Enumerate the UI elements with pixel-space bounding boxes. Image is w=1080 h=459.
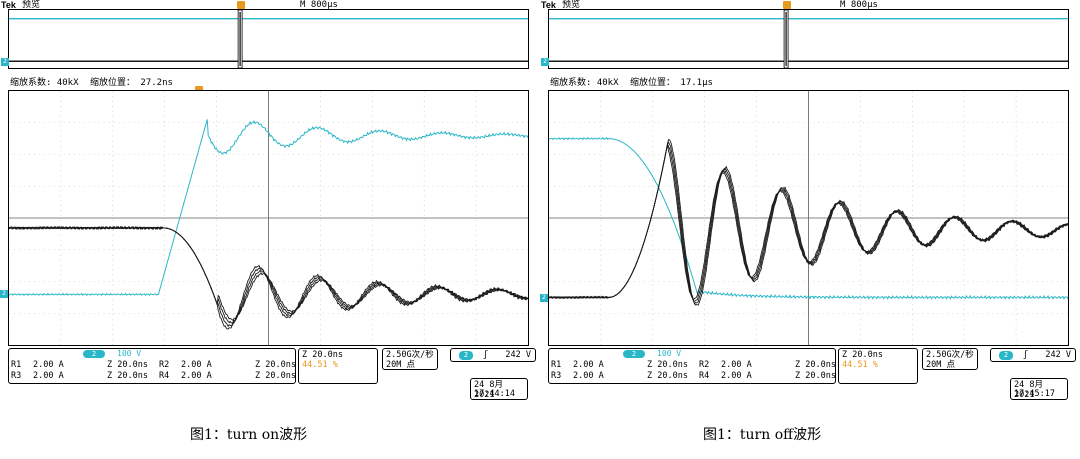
ref-r2-label: R2 [699,360,710,370]
zoomed-plot-svg [549,91,1068,345]
zoomed-plot [548,90,1069,346]
ref-r3-scale: 2.00 A [573,371,604,381]
ref-r1-label: R1 [551,360,562,370]
scope-screen-turn-off: Tek 预览 M 800µs 2 缩放系数: 40kX 缩放位置： 17.1µs… [540,0,1077,405]
datetime-box: 24 8月 2021 17:44:14 [470,378,528,400]
trigger-level: 242 V [505,350,531,360]
ref-r4-scale: 2.00 A [721,371,752,381]
trigger-position: 44.51 % [842,360,878,370]
ch2-ground-marker-icon: 2 [0,290,8,298]
ref-r3-time: Z 20.0ns [647,371,688,381]
zoom-position-label: 缩放位置： 27.2ns [90,78,173,88]
ref-r1-label: R1 [11,360,22,370]
ch2-scale: 100 V [657,349,682,358]
overview-window: 2 [541,1,1069,69]
trigger-box: 2 ʃ 242 V [450,348,536,362]
ch2-badge: 2 [83,350,105,358]
ref-r2-time: Z 20.0ns [795,360,836,370]
ref-r1-time: Z 20.0ns [647,360,688,370]
ref-r4-scale: 2.00 A [181,371,212,381]
ch2-ground-icon: 2 [541,58,549,66]
scope-screen-turn-on: Tek 预览 M 800µs 2 缩放系数: 40kX 缩放位置： 27.2ns… [0,0,537,405]
channel-scale-box: 2 100 V R1 2.00 A Z 20.0ns R2 2.00 A Z 2… [8,348,296,384]
caption-turn-off: 图1：turn off波形 [703,427,822,443]
time-readout: 17:44:14 [474,389,515,399]
trigger-channel: 2 [459,351,473,360]
ref-r4-time: Z 20.0ns [255,371,296,381]
graticule [9,91,528,345]
zoom-position-label: 缩放位置： 17.1µs [630,78,713,88]
ref-r2-scale: 2.00 A [181,360,212,370]
ref-r1-scale: 2.00 A [33,360,64,370]
ref-r2-time: Z 20.0ns [255,360,296,370]
trigger-marker-icon [237,1,245,9]
zoom-factor-label: 缩放系数: 40kX [550,78,619,88]
trigger-level: 242 V [1045,350,1071,360]
ref-r2-scale: 2.00 A [721,360,752,370]
ref-r4-time: Z 20.0ns [795,371,836,381]
zoom-time: Z 20.0ns [842,350,883,360]
datetime-box: 24 8月 2021 17:45:17 [1010,378,1068,400]
ref-r1-scale: 2.00 A [573,360,604,370]
status-bar: 2 100 V R1 2.00 A Z 20.0ns R2 2.00 A Z 2… [8,348,538,384]
ref-r3-label: R3 [11,371,22,381]
ref-row-1: R1 2.00 A Z 20.0ns R2 2.00 A Z 20.0ns [11,360,296,370]
record-length: 20M 点 [386,360,415,370]
record-length: 20M 点 [926,360,955,370]
zoomed-plot [8,90,529,346]
status-bar: 2 100 V R1 2.00 A Z 20.0ns R2 2.00 A Z 2… [548,348,1078,384]
ref-r3-scale: 2.00 A [33,371,64,381]
ch2-badge: 2 [623,350,645,358]
ref-r3-label: R3 [551,371,562,381]
zoom-factor-label: 缩放系数: 40kX [10,78,79,88]
sample-box: 2.50G次/秒 20M 点 [922,348,978,370]
sample-box: 2.50G次/秒 20M 点 [382,348,438,370]
time-readout: 17:45:17 [1014,389,1055,399]
trigger-marker-icon [783,1,791,9]
ch2-ground-marker-icon: 2 [540,294,548,302]
ref-row-1: R1 2.00 A Z 20.0ns R2 2.00 A Z 20.0ns [551,360,836,370]
trigger-slope-icon: ʃ [483,350,489,360]
channel-scale-box: 2 100 V R1 2.00 A Z 20.0ns R2 2.00 A Z 2… [548,348,836,384]
ref-row-2: R3 2.00 A Z 20.0ns R4 2.00 A Z 20.0ns [551,371,836,381]
zoomed-plot-svg [9,91,528,345]
trigger-slope-icon: ʃ [1023,350,1029,360]
overview-traces [9,10,528,68]
ref-r3-time: Z 20.0ns [107,371,148,381]
zoom-time-box: Z 20.0ns 44.51 % [838,348,918,384]
ch2-scale: 100 V [117,349,142,358]
overview-window: 2 [1,1,529,69]
ref-r1-time: Z 20.0ns [107,360,148,370]
overview-traces [549,10,1068,68]
trigger-channel: 2 [999,351,1013,360]
caption-turn-on: 图1：turn on波形 [190,427,308,443]
zoom-time: Z 20.0ns [302,350,343,360]
ref-r2-label: R2 [159,360,170,370]
ref-r4-label: R4 [159,371,170,381]
sample-rate: 2.50G次/秒 [926,350,974,360]
ref-row-2: R3 2.00 A Z 20.0ns R4 2.00 A Z 20.0ns [11,371,296,381]
trigger-box: 2 ʃ 242 V [990,348,1076,362]
graticule [549,91,1068,345]
trigger-position: 44.51 % [302,360,338,370]
zoom-time-box: Z 20.0ns 44.51 % [298,348,378,384]
ch2-ground-icon: 2 [1,58,9,66]
ref-r4-label: R4 [699,371,710,381]
sample-rate: 2.50G次/秒 [386,350,434,360]
